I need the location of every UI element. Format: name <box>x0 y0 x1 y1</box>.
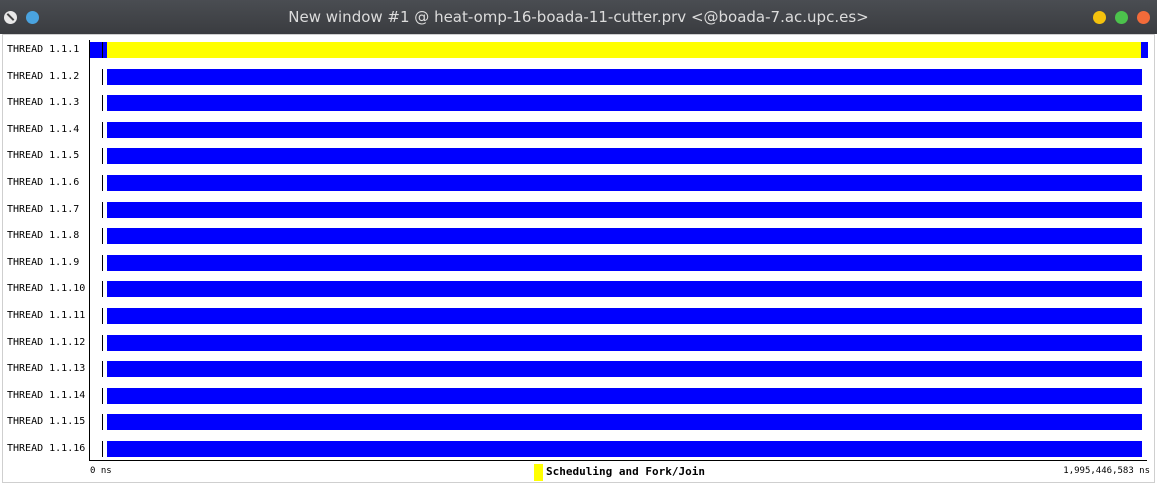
running-segment[interactable] <box>107 281 1142 297</box>
axis-start-label: 0 ns <box>90 466 112 476</box>
event-tick <box>102 122 103 138</box>
thread-label: THREAD 1.1.9 <box>7 257 80 268</box>
running-segment[interactable] <box>107 95 1142 111</box>
thread-label: THREAD 1.1.3 <box>7 97 80 108</box>
thread-row[interactable]: THREAD 1.1.6 <box>0 175 1157 191</box>
thread-row[interactable]: THREAD 1.1.7 <box>0 202 1157 218</box>
legend-swatch <box>534 464 543 481</box>
running-segment[interactable] <box>107 148 1142 164</box>
maximize-icon[interactable] <box>1115 11 1128 24</box>
close-icon[interactable] <box>1137 11 1150 24</box>
running-segment[interactable] <box>107 335 1142 351</box>
event-tick <box>102 202 103 218</box>
thread-label: THREAD 1.1.11 <box>7 310 86 321</box>
thread-row[interactable]: THREAD 1.1.2 <box>0 69 1157 85</box>
thread-row[interactable]: THREAD 1.1.14 <box>0 388 1157 404</box>
running-segment[interactable] <box>107 388 1142 404</box>
running-segment[interactable] <box>107 361 1142 377</box>
thread-row[interactable]: THREAD 1.1.8 <box>0 228 1157 244</box>
thread-label: THREAD 1.1.15 <box>7 416 86 427</box>
thread-row[interactable]: THREAD 1.1.4 <box>0 122 1157 138</box>
running-segment[interactable] <box>107 202 1142 218</box>
thread-row[interactable]: THREAD 1.1.16 <box>0 441 1157 457</box>
window-title: New window #1 @ heat-omp-16-boada-11-cut… <box>288 8 869 26</box>
thread-label: THREAD 1.1.16 <box>7 443 86 454</box>
event-tick <box>102 175 103 191</box>
thread-label: THREAD 1.1.6 <box>7 177 80 188</box>
minimize-icon[interactable] <box>1093 11 1106 24</box>
window-titlebar[interactable]: New window #1 @ heat-omp-16-boada-11-cut… <box>0 0 1157 34</box>
thread-row[interactable]: THREAD 1.1.3 <box>0 95 1157 111</box>
thread-row[interactable]: THREAD 1.1.13 <box>0 361 1157 377</box>
event-tick <box>102 95 103 111</box>
thread-label: THREAD 1.1.1 <box>7 44 80 55</box>
event-tick <box>102 335 103 351</box>
event-tick <box>102 441 103 457</box>
event-tick <box>102 414 103 430</box>
thread-label: THREAD 1.1.13 <box>7 363 86 374</box>
thread-row[interactable]: THREAD 1.1.11 <box>0 308 1157 324</box>
running-segment[interactable] <box>107 122 1142 138</box>
thread-label: THREAD 1.1.5 <box>7 150 80 161</box>
axis-horizontal-line <box>89 460 1147 461</box>
event-tick <box>102 281 103 297</box>
thread-label: THREAD 1.1.10 <box>7 283 86 294</box>
thread-label: THREAD 1.1.4 <box>7 124 80 135</box>
thread-label: THREAD 1.1.14 <box>7 390 86 401</box>
running-segment[interactable] <box>107 69 1142 85</box>
event-tick <box>102 42 103 58</box>
event-tick <box>102 388 103 404</box>
running-segment[interactable] <box>107 308 1142 324</box>
thread-row[interactable]: THREAD 1.1.15 <box>0 414 1157 430</box>
fork-join-segment[interactable] <box>107 42 1141 58</box>
thread-row[interactable]: THREAD 1.1.1 <box>0 42 1157 58</box>
running-segment[interactable] <box>1141 42 1148 58</box>
thread-label: THREAD 1.1.2 <box>7 71 80 82</box>
thread-label: THREAD 1.1.12 <box>7 337 86 348</box>
running-segment[interactable] <box>107 255 1142 271</box>
running-segment[interactable] <box>107 228 1142 244</box>
thread-label: THREAD 1.1.7 <box>7 204 80 215</box>
event-tick <box>102 228 103 244</box>
running-segment[interactable] <box>107 441 1142 457</box>
thread-row[interactable]: THREAD 1.1.9 <box>0 255 1157 271</box>
thread-row[interactable]: THREAD 1.1.12 <box>0 335 1157 351</box>
event-tick <box>102 255 103 271</box>
thread-row[interactable]: THREAD 1.1.5 <box>0 148 1157 164</box>
thread-row[interactable]: THREAD 1.1.10 <box>0 281 1157 297</box>
event-tick <box>102 148 103 164</box>
axis-vertical-line <box>89 40 90 460</box>
event-tick <box>102 361 103 377</box>
axis-end-label: 1,995,446,583 ns <box>1063 466 1150 476</box>
event-tick <box>102 308 103 324</box>
legend-label: Scheduling and Fork/Join <box>546 465 705 478</box>
event-tick <box>102 69 103 85</box>
thread-label: THREAD 1.1.8 <box>7 230 80 241</box>
running-segment[interactable] <box>107 414 1142 430</box>
running-segment[interactable] <box>107 175 1142 191</box>
